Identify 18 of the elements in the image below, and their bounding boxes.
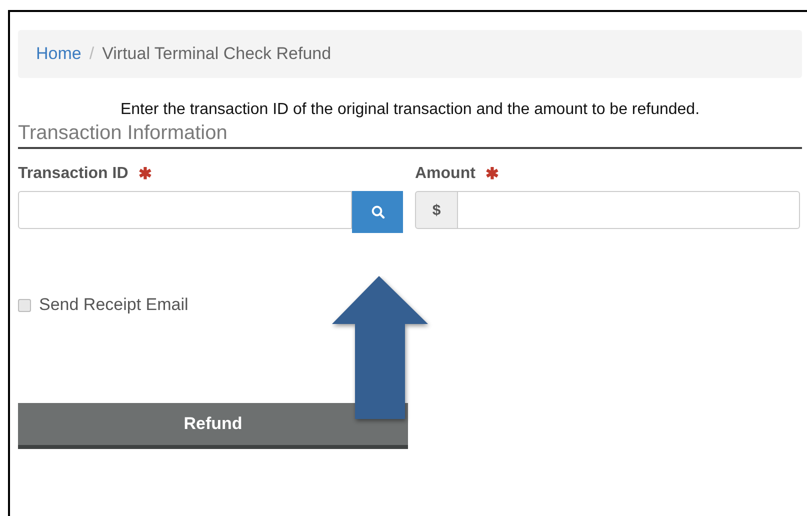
breadcrumb-separator: / <box>89 44 94 64</box>
checkbox[interactable] <box>18 298 31 312</box>
transaction-id-field[interactable] <box>18 191 352 229</box>
home-link[interactable]: Home <box>36 44 82 64</box>
search-icon <box>370 205 384 219</box>
up-arrow-icon <box>332 276 428 419</box>
required-mark: ✱ <box>138 165 152 184</box>
currency-addon: $ <box>415 191 458 229</box>
breadcrumb-current: Virtual Terminal Check Refund <box>102 44 332 64</box>
search-button[interactable] <box>352 191 403 233</box>
checkbox-label[interactable]: Send Receipt Email <box>39 295 188 315</box>
refund-button[interactable]: Refund <box>18 403 408 449</box>
field-label: Transaction ID <box>18 165 128 183</box>
required-mark: ✱ <box>485 165 498 184</box>
amount-field[interactable] <box>458 191 800 229</box>
section-heading: Transaction Information <box>18 122 802 149</box>
field-label: Amount <box>415 165 476 183</box>
instructions-text: Enter the transaction ID of the original transaction and the amount to be refunded. <box>119 100 701 120</box>
